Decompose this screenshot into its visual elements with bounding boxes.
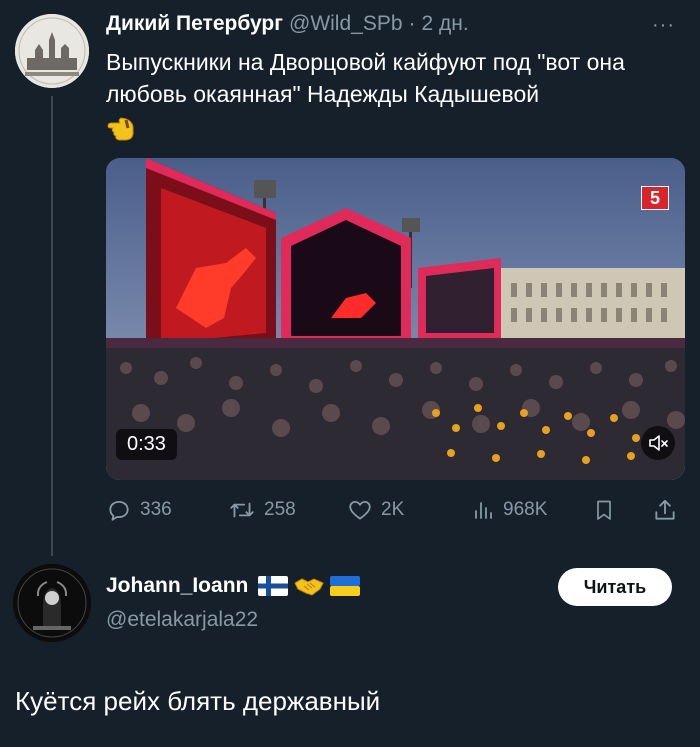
mute-button[interactable] [641,426,675,460]
tweet-text-body: Выпускники на Дворцовой кайфуют под "вот… [106,49,625,107]
finland-flag-icon [258,576,289,596]
tweet-time[interactable]: 2 дн. [422,12,469,36]
pointing-hand-emoji-icon [106,114,136,150]
bookmark-icon [597,500,611,520]
channel-logo-badge: 5 [641,186,669,210]
reply-author-handle[interactable]: @etelakarjala22 [106,608,258,632]
bookmark-button[interactable] [592,495,616,525]
reply-author-name[interactable]: Johann_Ioann [106,574,248,598]
reply-text: Куётся рейх блять державный [15,686,381,716]
header-separator: · [408,12,416,35]
ukraine-flag-icon [330,576,361,596]
reply-button[interactable]: 336 [106,495,172,525]
follow-button[interactable]: Читать [558,568,672,606]
tweet-header: Дикий Петербург @Wild_SPb · 2 дн. [106,12,469,42]
retweet-icon [230,502,254,518]
retweet-count: 258 [264,499,296,520]
views-button[interactable]: 968K [471,495,547,525]
reply-author-avatar[interactable] [13,564,91,642]
share-button[interactable] [652,495,678,525]
author-avatar[interactable] [15,14,89,88]
profile-emoji-flags [258,575,361,597]
heart-icon [349,500,371,520]
share-upload-icon [655,499,675,520]
reply-author-row: Johann_Ioann [106,574,361,598]
tweet-text: Выпускники на Дворцовой кайфуют под "вот… [106,46,676,150]
reply-bubble-icon [109,500,129,521]
tweet-action-bar: 336 258 2K 968K [106,495,686,525]
avatar-image [15,14,89,88]
reply-count: 336 [140,499,172,520]
more-options-icon[interactable]: ··· [652,14,675,37]
speaker-muted-icon [649,435,668,451]
author-name[interactable]: Дикий Петербург [106,12,283,36]
video-duration: 0:33 [116,429,177,460]
handshake-icon [294,578,325,596]
thread-connector-line [51,96,53,556]
avatar-image [13,564,91,642]
like-button[interactable]: 2K [347,495,404,525]
retweet-button[interactable]: 258 [228,495,296,525]
video-thumbnail [106,158,685,480]
views-count: 968K [503,499,548,520]
analytics-bars-icon [475,502,492,519]
like-count: 2K [381,499,405,520]
author-handle[interactable]: @Wild_SPb [289,12,403,36]
video-player[interactable]: 5 0:33 [106,158,685,480]
